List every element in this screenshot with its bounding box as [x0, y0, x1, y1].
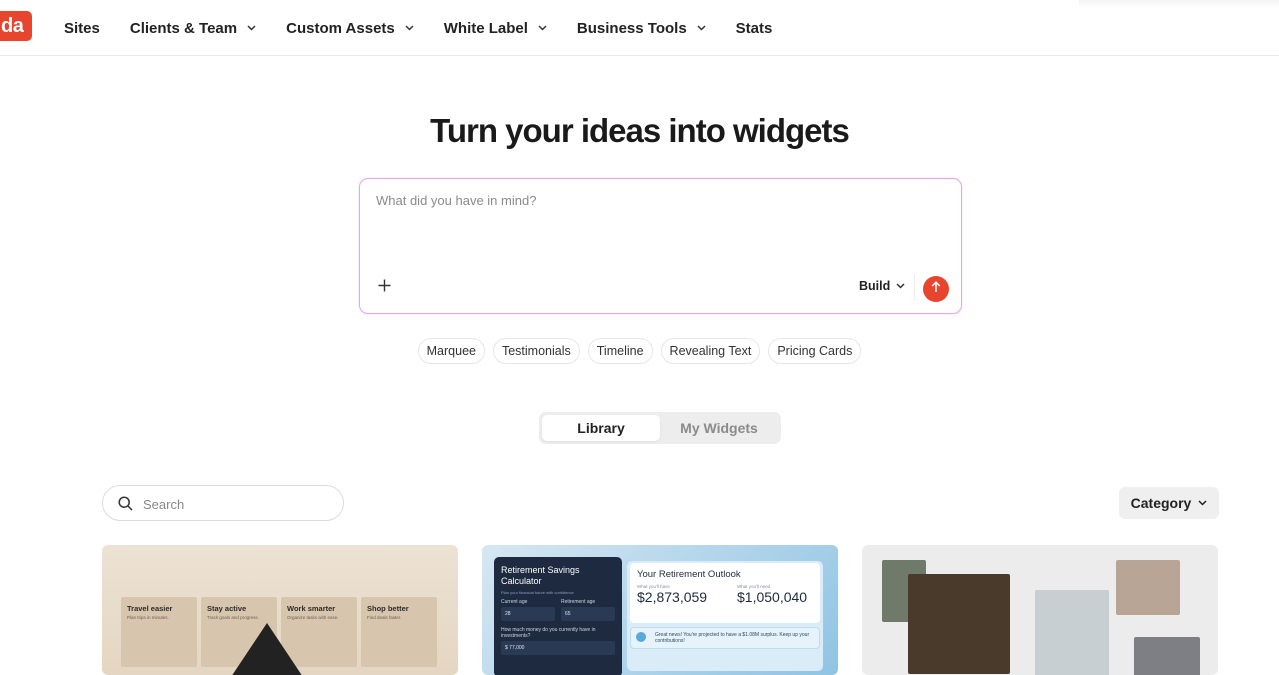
nav-item-label: Custom Assets — [286, 19, 395, 37]
chip-marquee[interactable]: Marquee — [417, 338, 485, 364]
mountain-image — [227, 623, 307, 675]
outlook-note: Great news! You're projected to have a $… — [630, 627, 820, 649]
tab-library[interactable]: Library — [542, 415, 660, 441]
widget-card-travel[interactable]: Travel easier Plan trips in minutes. Sta… — [102, 545, 458, 675]
nav-item-label: Business Tools — [576, 19, 687, 37]
top-right-shadow — [1079, 0, 1279, 8]
tab-my-widgets[interactable]: My Widgets — [660, 415, 778, 441]
chip-pricing-cards[interactable]: Pricing Cards — [768, 338, 862, 364]
preview-tile: Shop better Find deals faster. — [361, 597, 437, 667]
plus-icon — [378, 279, 391, 297]
add-attachment-button[interactable] — [374, 278, 394, 298]
nav-item-business-tools[interactable]: Business Tools — [577, 20, 706, 37]
widget-card-gallery[interactable] — [862, 545, 1218, 675]
nav-item-white-label[interactable]: White Label — [444, 20, 547, 37]
calculator-panel: Retirement Savings Calculator Plan your … — [494, 557, 622, 675]
outlook-panel: Your Retirement Outlook What you'll have… — [630, 563, 820, 623]
nav-item-clients-team[interactable]: Clients & Team — [130, 20, 256, 37]
chevron-down-icon — [405, 25, 414, 31]
prompt-input[interactable] — [376, 193, 936, 253]
invest-label: How much money do you currently have in … — [501, 627, 596, 639]
nav-item-label: Sites — [64, 19, 100, 37]
retirement-age-field: 65 — [561, 607, 615, 621]
chevron-down-icon — [697, 25, 706, 31]
check-icon — [636, 632, 646, 642]
nav-item-label: Stats — [735, 19, 773, 37]
gallery-photo — [1134, 637, 1200, 675]
outlook-title: Your Retirement Outlook — [637, 569, 741, 580]
search-box — [102, 485, 344, 521]
need-value: $1,050,040 — [737, 589, 808, 605]
tile-subtitle: Organize tasks with ease. — [287, 615, 339, 620]
page-title: Turn your ideas into widgets — [430, 112, 850, 149]
suggestion-chips: Marquee Testimonials Timeline Revealing … — [0, 338, 1279, 364]
main-nav: Sites Clients & Team Custom Assets White… — [64, 0, 802, 56]
tile-subtitle: Track goals and progress. — [207, 615, 259, 620]
send-button[interactable] — [923, 276, 949, 302]
gallery-photo — [908, 574, 1010, 674]
calculator-title: Retirement Savings Calculator — [501, 565, 580, 586]
tile-title: Shop better — [367, 604, 409, 613]
tile-title: Work smarter — [287, 604, 336, 613]
category-dropdown[interactable]: Category — [1119, 487, 1219, 519]
tile-subtitle: Find deals faster. — [367, 615, 402, 620]
chip-revealing-text[interactable]: Revealing Text — [660, 338, 761, 364]
tile-title: Travel easier — [127, 604, 173, 613]
chevron-down-icon — [538, 25, 547, 31]
current-age-field: 28 — [501, 607, 555, 621]
chevron-down-icon — [247, 25, 256, 31]
chevron-down-icon — [1198, 500, 1207, 506]
prompt-box: Build — [359, 178, 962, 314]
retirement-age-label: Retirement age — [561, 599, 596, 605]
chevron-down-icon — [896, 283, 905, 289]
current-age-label: Current age — [501, 599, 528, 605]
chip-timeline[interactable]: Timeline — [587, 338, 653, 364]
nav-item-custom-assets[interactable]: Custom Assets — [286, 20, 414, 37]
calculator-subtitle: Plan your financial future with confiden… — [501, 590, 574, 595]
search-input[interactable] — [143, 494, 333, 514]
nav-item-label: Clients & Team — [129, 19, 238, 37]
mode-select[interactable]: Build — [859, 279, 905, 293]
gallery-photo — [1035, 590, 1109, 675]
divider — [914, 274, 915, 300]
preview-tile: Travel easier Plan trips in minutes. — [121, 597, 197, 667]
tile-subtitle: Plan trips in minutes. — [127, 615, 169, 620]
category-label: Category — [1130, 495, 1192, 511]
nav-item-label: White Label — [443, 19, 528, 37]
invest-field: $ 77,000 — [501, 641, 615, 655]
library-toggle: Library My Widgets — [539, 412, 781, 444]
tile-title: Stay active — [207, 604, 247, 613]
chip-testimonials[interactable]: Testimonials — [492, 338, 580, 364]
brand-logo[interactable]: da — [0, 11, 32, 41]
nav-item-sites[interactable]: Sites — [64, 20, 100, 37]
top-navigation-bar: da Sites Clients & Team Custom Assets Wh… — [0, 0, 1279, 56]
have-value: $2,873,059 — [637, 589, 708, 605]
search-icon — [118, 496, 133, 516]
nav-item-stats[interactable]: Stats — [736, 20, 773, 37]
widget-card-retirement[interactable]: Retirement Savings Calculator Plan your … — [482, 545, 838, 675]
mode-select-label: Build — [859, 279, 891, 293]
gallery-photo — [1116, 560, 1180, 615]
arrow-up-icon — [931, 280, 941, 298]
